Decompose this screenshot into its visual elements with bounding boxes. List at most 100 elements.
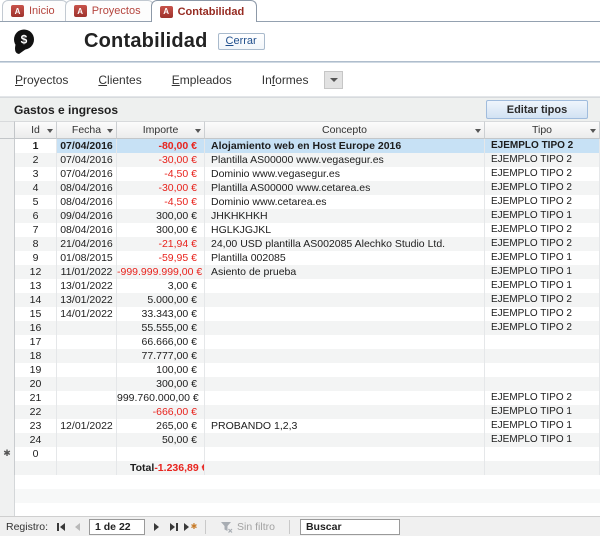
document-tab-proyectos[interactable]: AProyectos [65,0,154,21]
cell-concepto[interactable] [205,307,485,321]
cell-concepto[interactable]: Plantilla AS00000 www.cetarea.es [205,181,485,195]
row-selector-gutter[interactable] [0,377,15,391]
row-selector-gutter[interactable] [0,139,15,153]
cell-tipo[interactable]: EJEMPLO TIPO 2 [485,139,600,153]
cell-fecha[interactable]: 12/01/2022 [57,419,117,433]
new-record-button[interactable]: ✱ [182,519,199,535]
cell-concepto[interactable] [205,279,485,293]
cell-tipo[interactable]: EJEMPLO TIPO 1 [485,265,600,279]
cell-importe[interactable]: 300,00 € [117,223,205,237]
column-header-importe[interactable]: Importe [117,121,205,139]
cell-concepto[interactable] [205,405,485,419]
cell-concepto[interactable]: HGLKJGJKL [205,223,485,237]
cell-concepto[interactable]: Alojamiento web en Host Europe 2016 [205,139,485,153]
table-row[interactable]: 20300,00 € [0,377,600,391]
table-row[interactable]: 107/04/2016-80,00 €Alojamiento web en Ho… [0,139,600,153]
cell-importe[interactable]: -21,94 € [117,237,205,251]
row-selector-gutter[interactable] [0,195,15,209]
row-selector-gutter[interactable] [0,237,15,251]
cell-importe[interactable]: -4,50 € [117,195,205,209]
cell-importe[interactable]: 3,00 € [117,279,205,293]
row-selector-gutter[interactable] [0,167,15,181]
nav-link-empleados[interactable]: Empleados [172,73,232,87]
cell-concepto[interactable] [205,433,485,447]
row-selector-gutter[interactable] [0,223,15,237]
cell-concepto[interactable]: Dominio www.cetarea.es [205,195,485,209]
cell-concepto[interactable] [205,321,485,335]
cell-importe[interactable]: -666,00 € [117,405,205,419]
column-filter-arrow-icon[interactable] [475,129,481,133]
cell-tipo[interactable]: EJEMPLO TIPO 2 [485,237,600,251]
previous-record-button[interactable] [69,519,86,535]
cell-id[interactable]: 14 [15,293,57,307]
cell-fecha[interactable] [57,377,117,391]
cell-id[interactable]: 12 [15,265,57,279]
close-button[interactable]: Cerrar [218,33,265,50]
cell-importe[interactable]: -59,95 € [117,251,205,265]
cell-tipo[interactable] [485,377,600,391]
table-row[interactable]: 508/04/2016-4,50 €Dominio www.cetarea.es… [0,195,600,209]
cell-id[interactable]: 21 [15,391,57,405]
cell-fecha[interactable]: 08/04/2016 [57,181,117,195]
cell-id[interactable]: 5 [15,195,57,209]
cell-id[interactable]: 4 [15,181,57,195]
cell-id[interactable]: 8 [15,237,57,251]
cell-id[interactable]: 0 [15,447,57,461]
cell-importe[interactable]: 66.666,00 € [117,335,205,349]
cell-concepto[interactable] [205,335,485,349]
table-row[interactable]: 1877.777,00 € [0,349,600,363]
table-row[interactable]: 1766.666,00 € [0,335,600,349]
cell-id[interactable]: 19 [15,363,57,377]
cell-id[interactable]: 24 [15,433,57,447]
nav-link-informes[interactable]: Informes [262,73,309,87]
cell-fecha[interactable]: 14/01/2022 [57,307,117,321]
cell-tipo[interactable]: EJEMPLO TIPO 1 [485,279,600,293]
table-row[interactable]: 1655.555,00 €EJEMPLO TIPO 2 [0,321,600,335]
cell-tipo[interactable]: EJEMPLO TIPO 1 [485,433,600,447]
cell-id[interactable]: 22 [15,405,57,419]
row-selector-gutter[interactable] [0,181,15,195]
table-row[interactable]: 307/04/2016-4,50 €Dominio www.vegasegur.… [0,167,600,181]
column-filter-arrow-icon[interactable] [590,129,596,133]
cell-concepto[interactable]: Asiento de prueba [205,265,485,279]
cell-concepto[interactable]: Plantilla 002085 [205,251,485,265]
cell-tipo[interactable] [485,349,600,363]
cell-fecha[interactable] [57,349,117,363]
column-header-tipo[interactable]: Tipo [485,121,600,139]
cell-tipo[interactable] [485,363,600,377]
cell-concepto[interactable] [205,377,485,391]
cell-id[interactable]: 3 [15,167,57,181]
cell-importe[interactable] [117,447,205,461]
cell-tipo[interactable]: EJEMPLO TIPO 1 [485,419,600,433]
cell-importe[interactable]: -30,00 € [117,181,205,195]
row-selector-gutter[interactable] [0,307,15,321]
table-row[interactable]: 2450,00 €EJEMPLO TIPO 1 [0,433,600,447]
row-selector-gutter[interactable] [0,251,15,265]
table-row[interactable]: 708/04/2016300,00 €HGLKJGJKLEJEMPLO TIPO… [0,223,600,237]
cell-id[interactable]: 2 [15,153,57,167]
table-row[interactable]: 1514/01/202233.343,00 €EJEMPLO TIPO 2 [0,307,600,321]
table-row[interactable]: 1211/01/2022-999.999.999,00 €Asiento de … [0,265,600,279]
cell-importe[interactable]: -30,00 € [117,153,205,167]
informes-dropdown-button[interactable] [324,71,343,89]
cell-fecha[interactable]: 01/08/2015 [57,251,117,265]
row-selector-gutter[interactable] [0,279,15,293]
record-position-box[interactable]: 1 de 22 [89,519,145,535]
table-row[interactable]: 19100,00 € [0,363,600,377]
cell-fecha[interactable]: 13/01/2022 [57,279,117,293]
table-row[interactable]: 22-666,00 €EJEMPLO TIPO 1 [0,405,600,419]
row-selector-gutter[interactable] [0,321,15,335]
cell-id[interactable]: 13 [15,279,57,293]
cell-importe[interactable]: 55.555,00 € [117,321,205,335]
table-row[interactable]: 1413/01/20225.000,00 €EJEMPLO TIPO 2 [0,293,600,307]
cell-id[interactable]: 1 [15,139,57,153]
row-selector-gutter[interactable] [0,209,15,223]
cell-fecha[interactable]: 07/04/2016 [57,153,117,167]
document-tab-contabilidad[interactable]: AContabilidad [151,0,258,22]
cell-tipo[interactable]: EJEMPLO TIPO 2 [485,321,600,335]
cell-concepto[interactable] [205,349,485,363]
cell-concepto[interactable]: JHKHKHKH [205,209,485,223]
nav-link-clientes[interactable]: Clientes [98,73,141,87]
search-input[interactable]: Buscar [300,519,400,535]
next-record-button[interactable] [148,519,165,535]
